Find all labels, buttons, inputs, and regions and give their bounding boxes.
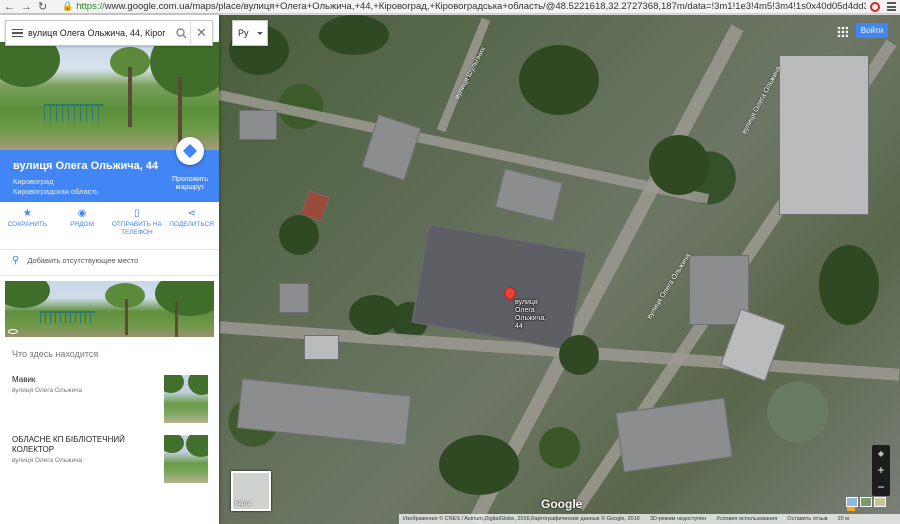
directions-label[interactable]: Проложить маршрут <box>160 176 220 192</box>
chevron-down-icon <box>257 31 263 35</box>
apps-grid-icon[interactable] <box>837 26 848 37</box>
star-icon: ★ <box>22 207 32 219</box>
place-title: вулиця Олега Ольжича, 44 <box>13 160 159 172</box>
search-box: ✕ <box>5 20 213 46</box>
url-protocol: https:// <box>76 1 105 12</box>
minimap-label: Карта <box>235 501 252 507</box>
place-region: Кировоградская область <box>13 187 99 196</box>
nearby-icon: ◉ <box>77 207 87 219</box>
nearby-button[interactable]: ◉ РЯДОМ <box>55 207 109 247</box>
place-panel: ✕ вулиця Олега Ольжича, 44 Кировоград Ки… <box>0 15 219 524</box>
phone-icon: ▯ <box>134 207 140 219</box>
save-label: СОХРАНИТЬ <box>7 221 48 228</box>
share-icon: ⋖ <box>187 207 196 219</box>
list-item[interactable]: Мавик вулиця Олега Ольжича <box>12 375 212 423</box>
place-photo[interactable] <box>0 42 219 150</box>
3d-unavailable: 3D-режим недоступен <box>649 516 707 522</box>
directions-icon <box>182 143 198 159</box>
send-to-phone-button[interactable]: ▯ ОТПРАВИТЬ НА ТЕЛЕФОН <box>110 207 164 247</box>
lock-icon: 🔒 <box>62 1 74 11</box>
add-missing-place[interactable]: ⚲ Добавить отсутствующее место <box>12 255 138 266</box>
directions-button[interactable] <box>176 137 204 165</box>
forward-icon[interactable]: → <box>21 1 32 13</box>
google-logo: Google <box>541 497 583 511</box>
reload-icon[interactable]: ↻ <box>38 0 47 13</box>
map-attribution: Изображения © CNES / Astrium,DigitalGlob… <box>399 514 900 524</box>
map-view-toggle[interactable]: Карта <box>231 471 271 511</box>
scale-label: 20 м <box>837 516 850 522</box>
share-label: ПОДЕЛИТЬСЯ <box>169 221 214 228</box>
compass-icon[interactable]: ◆ <box>872 445 890 462</box>
send-to-phone-label: ОТПРАВИТЬ НА ТЕЛЕФОН <box>111 221 162 236</box>
divider <box>0 275 219 276</box>
list-item-name: Мавик <box>12 375 36 384</box>
feedback-link[interactable]: Оставить отзыв <box>787 516 827 522</box>
list-item[interactable]: ОБЛАСНЕ КП БІБЛІОТЕЧНИЙ КОЛЕКТОР вулиця … <box>12 435 212 483</box>
zoom-in-button[interactable]: + <box>872 462 890 479</box>
language-value: Ру <box>238 28 249 38</box>
sign-in-button[interactable]: Войти <box>856 23 888 38</box>
address-bar[interactable]: 🔒 https:// www.google.com.ua/maps/place/… <box>62 1 866 12</box>
zoom-out-button[interactable]: − <box>872 479 890 496</box>
place-city: Кировоград <box>13 177 54 186</box>
attribution-text: Изображения © CNES / Astrium,DigitalGlob… <box>403 516 640 522</box>
street-label: вулиця Олега Ольжича <box>740 65 783 136</box>
list-item-thumbnail[interactable] <box>164 375 208 423</box>
close-icon[interactable]: ✕ <box>190 21 212 45</box>
add-location-icon: ⚲ <box>12 255 20 266</box>
zoom-controls: ◆ + − <box>872 445 890 496</box>
search-icon[interactable] <box>172 21 190 45</box>
list-item-name: ОБЛАСНЕ КП БІБЛІОТЕЧНИЙ КОЛЕКТОР <box>12 435 125 454</box>
opera-icon[interactable] <box>869 1 880 12</box>
panorama-icon <box>8 329 18 334</box>
nearby-label: РЯДОМ <box>70 221 94 228</box>
street-view-strip[interactable] <box>5 281 214 337</box>
search-input[interactable] <box>28 28 172 38</box>
action-bar: ★ СОХРАНИТЬ ◉ РЯДОМ ▯ ОТПРАВИТЬ НА ТЕЛЕФ… <box>0 207 219 247</box>
street-label: вулиця Олега Ольжича <box>646 252 692 321</box>
terms-link[interactable]: Условия использования <box>716 516 777 522</box>
save-button[interactable]: ★ СОХРАНИТЬ <box>0 207 54 247</box>
browser-nav: ← → ↻ <box>0 0 62 14</box>
back-icon[interactable]: ← <box>4 1 15 13</box>
pin-label: вулиця Олега Ольжича, 44 <box>515 299 547 330</box>
list-item-thumbnail[interactable] <box>164 435 208 483</box>
divider <box>0 249 219 250</box>
menu-icon <box>11 28 23 31</box>
add-place-label: Добавить отсутствующее место <box>27 256 139 265</box>
satellite-map[interactable]: вулиця Шульгіних вулиця Олега Ольжича ву… <box>219 15 900 524</box>
browser-menu-icon[interactable] <box>887 2 897 11</box>
language-select[interactable]: Ру <box>232 20 268 46</box>
nearby-section-title: Что здесь находится <box>12 349 99 359</box>
url-text: www.google.com.ua/maps/place/вулиця+Олег… <box>104 1 866 12</box>
browser-toolbar: ← → ↻ 🔒 https:// www.google.com.ua/maps/… <box>0 0 900 14</box>
menu-button[interactable] <box>6 21 28 45</box>
share-button[interactable]: ⋖ ПОДЕЛИТЬСЯ <box>165 207 219 247</box>
imagery-thumbnails[interactable] <box>846 497 886 507</box>
